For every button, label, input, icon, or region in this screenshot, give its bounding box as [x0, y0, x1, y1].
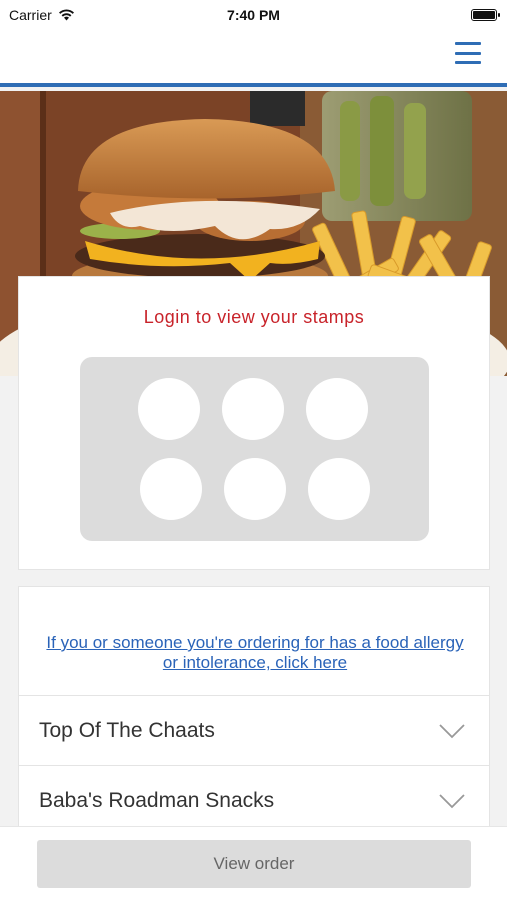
stamp-slot [138, 378, 200, 440]
stamp-card[interactable]: Login to view your stamps [18, 276, 490, 570]
stamp-slot [224, 458, 286, 520]
stamp-grid [80, 357, 429, 541]
stamp-slot [140, 458, 202, 520]
category-label: Baba's Roadman Snacks [39, 788, 275, 812]
hamburger-menu-icon[interactable] [455, 42, 481, 64]
category-row[interactable]: Top Of The Chaats [18, 696, 490, 766]
status-bar: Carrier 7:40 PM [0, 0, 507, 30]
stamp-slot [222, 378, 284, 440]
view-order-button[interactable]: View order [37, 840, 471, 888]
stamp-slot [306, 378, 368, 440]
bottom-bar: View order [0, 826, 507, 900]
battery-icon [471, 9, 500, 21]
chevron-down-icon [439, 723, 465, 738]
battery-level [473, 11, 495, 19]
stamp-card-title: Login to view your stamps [143, 307, 365, 327]
nav-bar [0, 30, 507, 87]
stamp-slot [308, 458, 370, 520]
chevron-down-icon [439, 793, 465, 808]
allergy-card: If you or someone you're ordering for ha… [18, 586, 490, 696]
status-time: 7:40 PM [227, 7, 280, 23]
allergy-info-link[interactable]: If you or someone you're ordering for ha… [39, 633, 471, 673]
category-label: Top Of The Chaats [39, 718, 215, 742]
